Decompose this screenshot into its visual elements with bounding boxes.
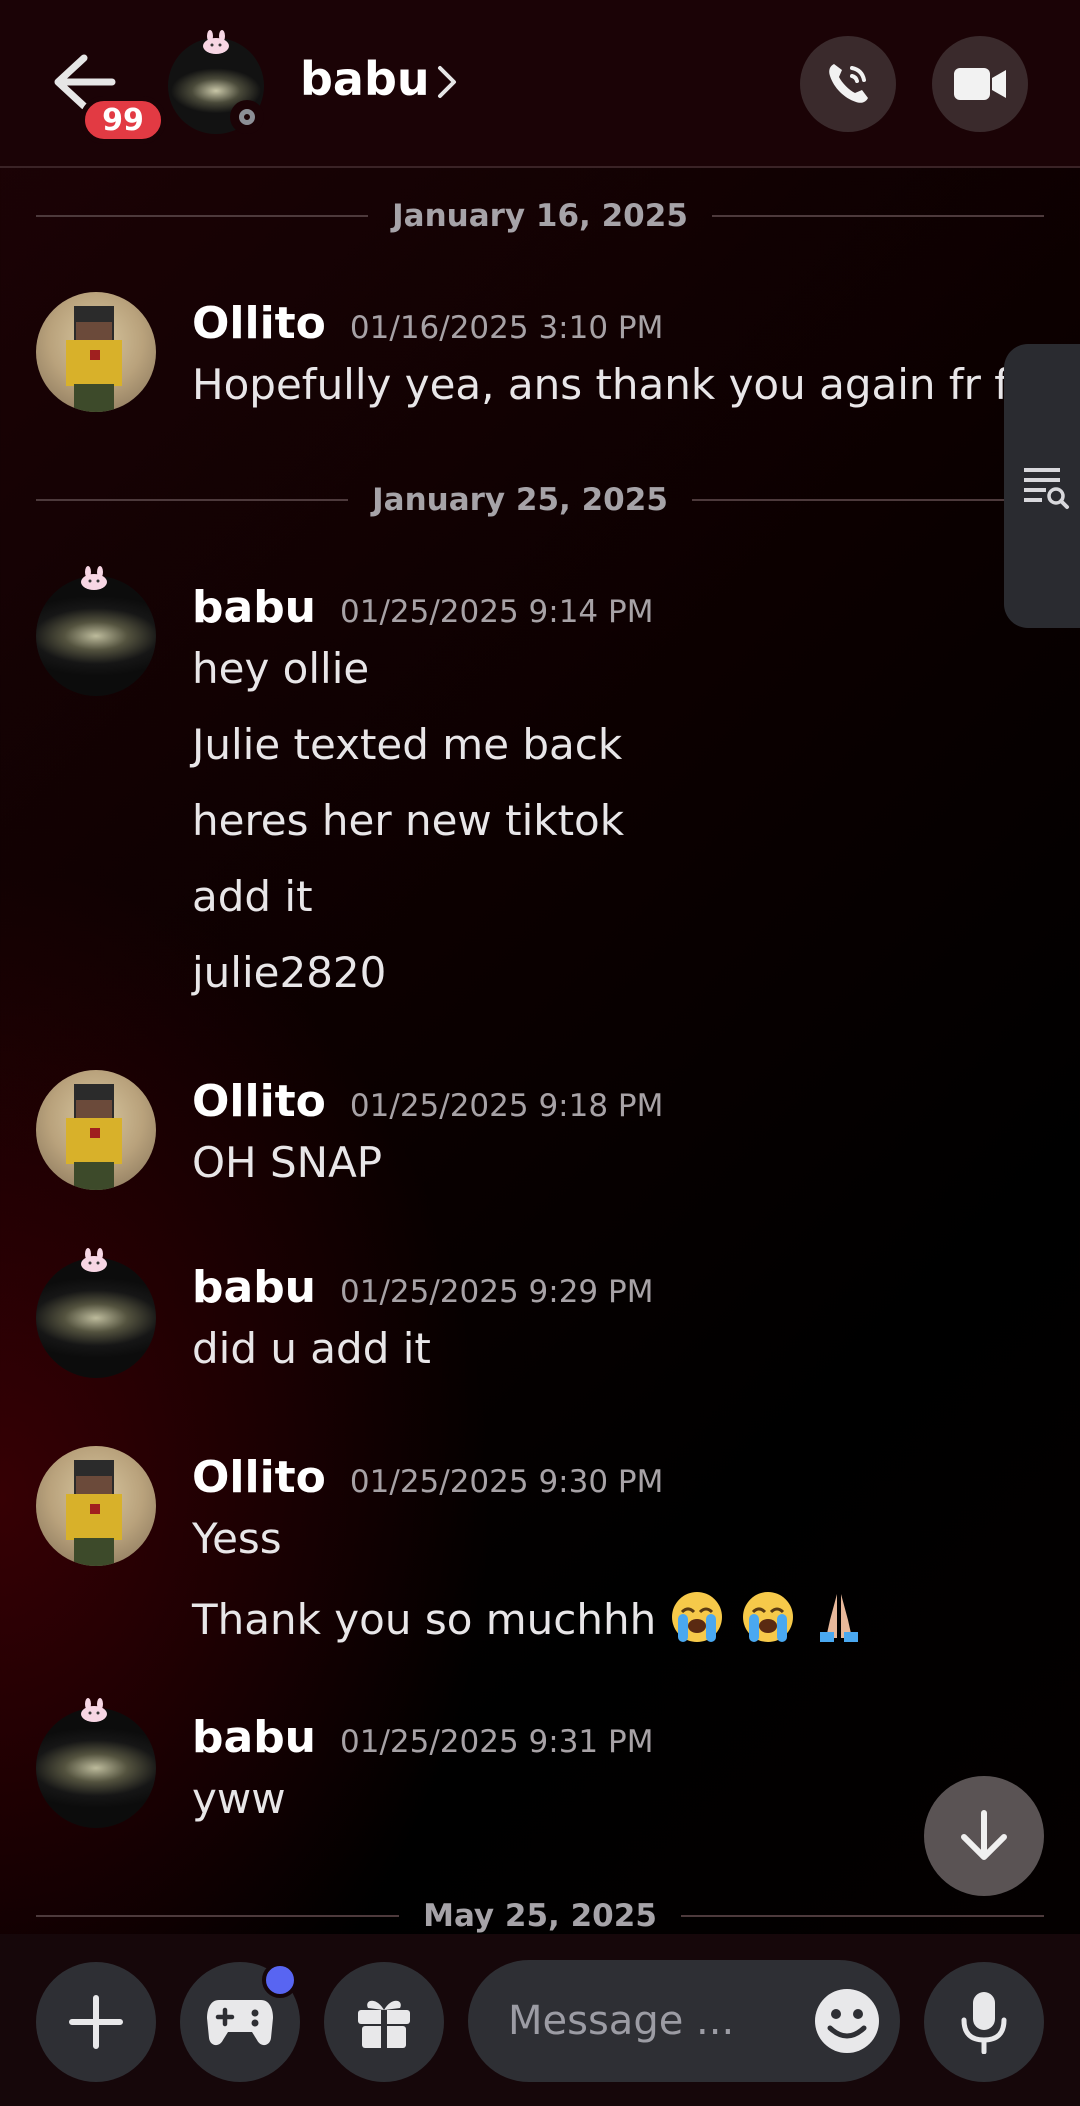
message-text: heres her new tiktok bbox=[192, 796, 625, 845]
add-attachment-button[interactable] bbox=[36, 1962, 156, 2082]
status-indicator bbox=[230, 100, 264, 134]
message-input-container bbox=[468, 1960, 900, 2082]
message-text: Hopefully yea, ans thank you again fr fr bbox=[192, 360, 1027, 409]
chat-header: 99 babu bbox=[0, 0, 1080, 168]
chat-title[interactable]: babu bbox=[300, 52, 430, 106]
date-label: January 25, 2025 bbox=[372, 482, 668, 518]
ollito-avatar-art bbox=[66, 1460, 122, 1566]
gift-button[interactable] bbox=[324, 1962, 444, 2082]
author-name[interactable]: Ollito bbox=[192, 298, 326, 349]
message-input[interactable] bbox=[506, 1990, 810, 2052]
search-list-icon bbox=[1024, 468, 1069, 509]
avatar[interactable] bbox=[36, 1708, 156, 1828]
message-text: Yess bbox=[192, 1514, 282, 1563]
author-name[interactable]: babu bbox=[192, 1712, 316, 1763]
author-name[interactable]: babu bbox=[192, 582, 316, 633]
video-call-button[interactable] bbox=[932, 36, 1028, 132]
avatar[interactable] bbox=[36, 1258, 156, 1378]
date-separator: May 25, 2025 bbox=[36, 1896, 1044, 1936]
author-name[interactable]: babu bbox=[192, 1262, 316, 1313]
timestamp: 01/25/2025 9:29 PM bbox=[340, 1274, 654, 1310]
loudly-crying-emoji-icon bbox=[741, 1590, 795, 1644]
arrow-down-icon bbox=[961, 1810, 1007, 1860]
phone-icon bbox=[829, 64, 868, 103]
voice-call-button[interactable] bbox=[800, 36, 896, 132]
message-text: add it bbox=[192, 872, 313, 921]
bunny-decoration-icon bbox=[81, 1698, 107, 1722]
bunny-decoration-icon bbox=[81, 1248, 107, 1272]
scroll-to-bottom-button[interactable] bbox=[924, 1776, 1044, 1896]
video-camera-icon bbox=[954, 68, 1006, 100]
bunny-decoration-icon bbox=[203, 30, 229, 54]
avatar[interactable] bbox=[36, 576, 156, 696]
message-text: julie2820 bbox=[192, 948, 387, 997]
avatar[interactable] bbox=[36, 1446, 156, 1566]
unread-badge: 99 bbox=[80, 96, 166, 144]
plus-icon bbox=[69, 1995, 123, 2049]
bunny-decoration-icon bbox=[81, 566, 107, 590]
author-name[interactable]: Ollito bbox=[192, 1076, 326, 1127]
folded-hands-emoji-icon bbox=[812, 1590, 866, 1644]
gamepad-icon bbox=[207, 2000, 273, 2046]
ollito-avatar-art bbox=[66, 1084, 122, 1190]
avatar[interactable] bbox=[36, 292, 156, 412]
emoji-button[interactable] bbox=[804, 1978, 890, 2064]
author-name[interactable]: Ollito bbox=[192, 1452, 326, 1503]
timestamp: 01/25/2025 9:14 PM bbox=[340, 594, 654, 630]
ollito-avatar-art bbox=[66, 306, 122, 412]
search-panel-tab[interactable] bbox=[1004, 344, 1080, 628]
microphone-icon bbox=[961, 1992, 1007, 2054]
timestamp: 01/16/2025 3:10 PM bbox=[349, 310, 664, 346]
message-text: yww bbox=[192, 1774, 286, 1823]
loudly-crying-emoji-icon bbox=[670, 1590, 724, 1644]
date-separator: January 25, 2025 bbox=[36, 480, 1005, 520]
date-label: January 16, 2025 bbox=[392, 198, 688, 234]
voice-message-button[interactable] bbox=[924, 1962, 1044, 2082]
avatar[interactable] bbox=[36, 1070, 156, 1190]
timestamp: 01/25/2025 9:31 PM bbox=[340, 1724, 654, 1760]
message-text: Julie texted me back bbox=[192, 720, 623, 769]
notification-dot bbox=[262, 1962, 298, 1998]
message-text: hey ollie bbox=[192, 644, 370, 693]
timestamp: 01/25/2025 9:18 PM bbox=[349, 1088, 664, 1124]
date-label: May 25, 2025 bbox=[423, 1898, 657, 1934]
message-text: Thank you so muchhh bbox=[192, 1595, 657, 1644]
smiley-icon bbox=[815, 1989, 879, 2053]
message-text-with-emoji: Thank you so muchhh bbox=[192, 1590, 870, 1644]
chevron-right-icon[interactable] bbox=[436, 64, 458, 100]
message-text: OH SNAP bbox=[192, 1138, 383, 1187]
date-separator: January 16, 2025 bbox=[36, 196, 1045, 236]
gift-icon bbox=[358, 2000, 410, 2048]
message-text: did u add it bbox=[192, 1324, 431, 1373]
timestamp: 01/25/2025 9:30 PM bbox=[349, 1464, 664, 1500]
